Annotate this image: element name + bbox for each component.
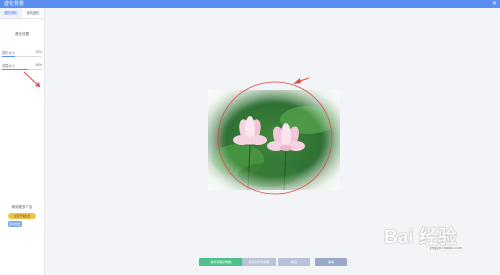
sidebar: 圆形虚化 径向虚化 虚化设置 虚化大小 33% 范围大小 65% 使用更多广告 … bbox=[0, 8, 45, 275]
slider-value: 33% bbox=[35, 50, 42, 54]
secondary-button[interactable]: 取消会员 bbox=[8, 221, 22, 227]
watermark-url: jingyan.baidu.com bbox=[430, 245, 463, 250]
bottom-toolbar: 保存到我的电脑 保存到手机相册 重选 撤销 bbox=[45, 258, 500, 268]
reselect-button[interactable]: 重选 bbox=[278, 258, 310, 266]
slider-track[interactable] bbox=[2, 56, 42, 57]
slider-label: 虚化大小 bbox=[2, 51, 15, 55]
save-to-computer-button[interactable]: 保存到我的电脑 bbox=[199, 258, 243, 266]
annotation-circle bbox=[217, 77, 333, 195]
vip-button[interactable]: 立即开通会员 bbox=[8, 213, 36, 219]
tab-circular-blur[interactable]: 圆形虚化 bbox=[0, 8, 22, 18]
window-title: 虚化背景 bbox=[4, 1, 25, 7]
blur-size-slider[interactable]: 虚化大小 33% bbox=[2, 50, 42, 59]
save-to-phone-button[interactable]: 保存到手机相册 bbox=[242, 258, 276, 266]
slider-fill bbox=[2, 56, 16, 57]
annotation-arrow bbox=[23, 71, 41, 88]
tab-radial-blur[interactable]: 径向虚化 bbox=[22, 8, 44, 18]
close-icon[interactable]: ✕ bbox=[492, 0, 497, 8]
undo-button[interactable]: 撤销 bbox=[315, 258, 347, 266]
slider-value: 65% bbox=[35, 63, 42, 67]
section-title: 虚化设置 bbox=[15, 32, 29, 36]
tab-bar: 圆形虚化 径向虚化 bbox=[0, 8, 44, 19]
baidu-watermark: Bai 经验 jingyan.baidu.com bbox=[384, 222, 496, 252]
slider-label: 范围大小 bbox=[2, 64, 15, 68]
cta-title: 使用更多广告 bbox=[11, 205, 33, 209]
title-bar: 虚化背景 ✕ bbox=[0, 0, 500, 8]
